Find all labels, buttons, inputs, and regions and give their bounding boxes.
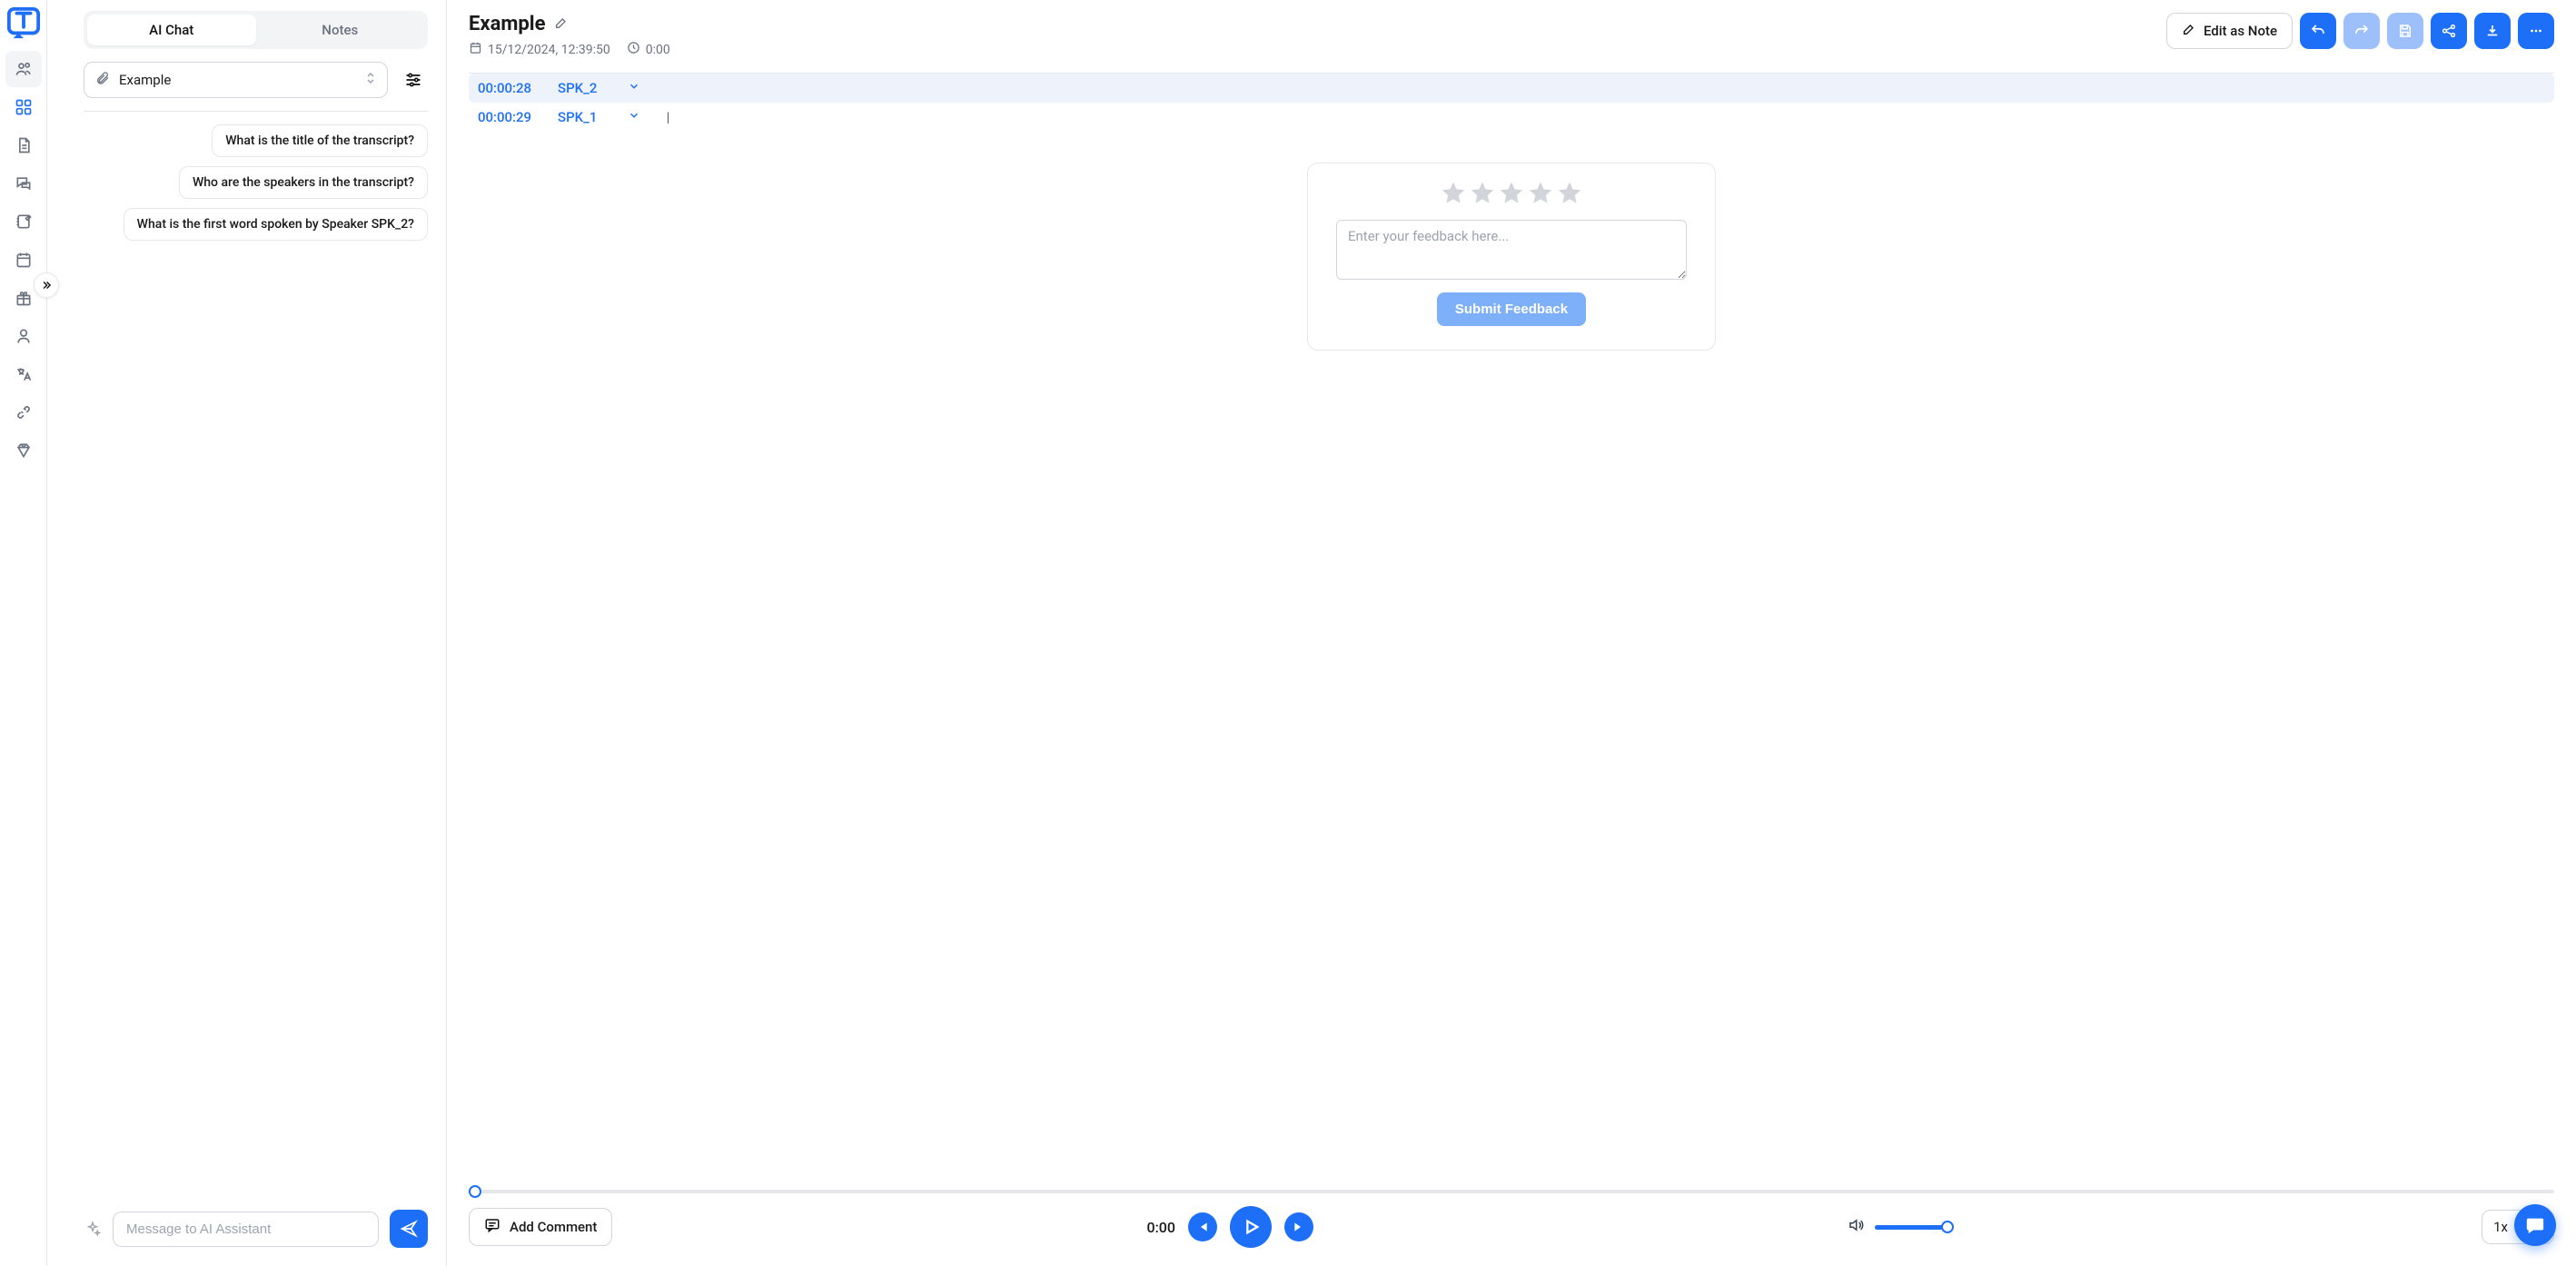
panel-tabs: AI Chat Notes bbox=[84, 11, 428, 49]
page-title: Example bbox=[469, 13, 545, 35]
volume-thumb[interactable] bbox=[1941, 1221, 1954, 1233]
suggestion-item[interactable]: What is the first word spoken by Speaker… bbox=[124, 208, 428, 241]
submit-feedback-button[interactable]: Submit Feedback bbox=[1437, 292, 1586, 326]
star-icon[interactable] bbox=[1469, 180, 1496, 207]
calendar-icon bbox=[469, 41, 482, 58]
comment-icon bbox=[484, 1217, 500, 1237]
sidebar bbox=[0, 0, 47, 1266]
transcript-list: 00:00:28 SPK_2 00:00:29 SPK_1 | bbox=[469, 74, 2554, 132]
sparkle-icon bbox=[84, 1221, 102, 1237]
edit-note-label: Edit as Note bbox=[2204, 23, 2277, 39]
app-logo[interactable] bbox=[5, 5, 42, 42]
filter-settings-button[interactable] bbox=[399, 65, 428, 94]
sidebar-item-premium[interactable] bbox=[5, 432, 42, 469]
text-cursor: | bbox=[667, 109, 669, 125]
redo-button[interactable] bbox=[2343, 13, 2380, 49]
tab-notes[interactable]: Notes bbox=[256, 15, 425, 45]
chevron-down-icon[interactable] bbox=[625, 109, 643, 125]
clock-icon bbox=[627, 41, 640, 58]
transcript-row[interactable]: 00:00:29 SPK_1 | bbox=[469, 103, 2554, 132]
more-button[interactable] bbox=[2518, 13, 2554, 49]
pencil-icon bbox=[2182, 22, 2196, 40]
volume-icon[interactable] bbox=[1848, 1217, 1864, 1237]
transcript-speaker: SPK_2 bbox=[558, 80, 612, 96]
suggestion-item[interactable]: Who are the speakers in the transcript? bbox=[179, 166, 428, 199]
play-button[interactable] bbox=[1230, 1206, 1272, 1248]
speed-value: 1x bbox=[2493, 1219, 2508, 1235]
current-time: 0:00 bbox=[1146, 1219, 1175, 1236]
undo-button[interactable] bbox=[2300, 13, 2336, 49]
tab-ai-chat[interactable]: AI Chat bbox=[87, 15, 256, 45]
download-button[interactable] bbox=[2474, 13, 2511, 49]
volume-slider[interactable] bbox=[1875, 1225, 1947, 1230]
sidebar-item-calendar[interactable] bbox=[5, 242, 42, 278]
star-icon[interactable] bbox=[1556, 180, 1583, 207]
star-icon[interactable] bbox=[1498, 180, 1525, 207]
sidebar-item-integrations[interactable] bbox=[5, 394, 42, 430]
skip-forward-button[interactable] bbox=[1284, 1212, 1313, 1241]
ai-chat-panel: AI Chat Notes Example What is bbox=[47, 0, 447, 1266]
sidebar-expand-button[interactable] bbox=[34, 272, 59, 298]
transcript-time: 00:00:29 bbox=[478, 109, 545, 125]
add-comment-button[interactable]: Add Comment bbox=[469, 1208, 612, 1246]
transcript-date: 15/12/2024, 12:39:50 bbox=[488, 43, 610, 57]
sidebar-item-profile[interactable] bbox=[5, 318, 42, 354]
transcript-row[interactable]: 00:00:28 SPK_2 bbox=[469, 74, 2554, 103]
transcript-panel: Example 15/12/2024, 12:39:50 bbox=[447, 0, 2576, 1266]
transcript-duration: 0:00 bbox=[646, 43, 670, 57]
suggestion-item[interactable]: What is the title of the transcript? bbox=[212, 124, 428, 157]
sidebar-item-people[interactable] bbox=[5, 51, 42, 87]
attachment-icon bbox=[95, 71, 110, 89]
transcript-speaker: SPK_1 bbox=[558, 109, 612, 125]
updown-icon bbox=[365, 71, 376, 89]
edit-as-note-button[interactable]: Edit as Note bbox=[2166, 13, 2293, 49]
star-icon[interactable] bbox=[1527, 180, 1554, 207]
ai-message-input[interactable] bbox=[113, 1212, 379, 1247]
sidebar-item-translate[interactable] bbox=[5, 356, 42, 392]
edit-title-button[interactable] bbox=[554, 15, 569, 34]
playback-progress[interactable] bbox=[469, 1190, 2554, 1193]
file-selector[interactable]: Example bbox=[84, 62, 388, 98]
sidebar-item-dashboard[interactable] bbox=[5, 89, 42, 125]
file-name: Example bbox=[119, 72, 356, 88]
add-comment-label: Add Comment bbox=[510, 1219, 597, 1235]
sidebar-item-notebook[interactable] bbox=[5, 203, 42, 240]
sidebar-item-document[interactable] bbox=[5, 127, 42, 163]
feedback-textarea[interactable] bbox=[1336, 220, 1687, 280]
star-icon[interactable] bbox=[1440, 180, 1467, 207]
send-button[interactable] bbox=[390, 1210, 428, 1248]
skip-back-button[interactable] bbox=[1188, 1212, 1217, 1241]
feedback-card: Submit Feedback bbox=[1307, 163, 1716, 351]
help-chat-button[interactable] bbox=[2514, 1204, 2556, 1246]
transcript-time: 00:00:28 bbox=[478, 80, 545, 96]
share-button[interactable] bbox=[2431, 13, 2467, 49]
chevron-down-icon[interactable] bbox=[625, 80, 643, 96]
sidebar-item-chat[interactable] bbox=[5, 165, 42, 202]
progress-thumb[interactable] bbox=[469, 1185, 481, 1198]
rating-stars[interactable] bbox=[1440, 180, 1583, 207]
save-button[interactable] bbox=[2387, 13, 2423, 49]
suggestions-list: What is the title of the transcript? Who… bbox=[84, 124, 428, 241]
